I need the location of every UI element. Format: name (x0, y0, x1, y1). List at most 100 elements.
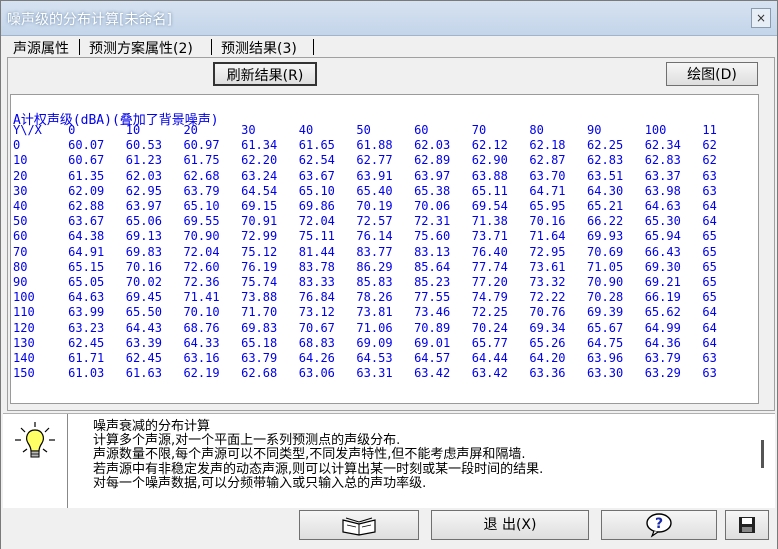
y-label: 110 (13, 305, 35, 320)
table-cell: 63.98 (644, 183, 681, 198)
table-cell: 70.19 (356, 199, 393, 214)
table-cell: 60.67 (68, 153, 105, 168)
help-button[interactable]: ? (601, 510, 717, 540)
table-cell: 70.16 (529, 214, 566, 229)
table-cell: 73.81 (356, 305, 393, 320)
table-cell: 72.99 (241, 229, 278, 244)
table-cell: 69.86 (298, 199, 335, 214)
exit-button[interactable]: 退 出(X) (431, 510, 589, 540)
table-cell: 63 (702, 366, 717, 381)
table-cell: 62.83 (587, 153, 624, 168)
refresh-results-button[interactable]: 刷新结果(R) (213, 62, 317, 86)
table-cell: 62 (702, 138, 717, 153)
manual-button[interactable] (299, 510, 419, 540)
table-cell: 81.44 (298, 244, 335, 259)
table-cell: 63.29 (644, 366, 681, 381)
info-scrollbar[interactable] (761, 440, 764, 468)
info-line: 声源数量不限,每个声源可以不同类型,不同发声特性,但不能考虑声屏和隔墙. (93, 447, 526, 463)
tab-source-properties[interactable]: 声源属性 (13, 38, 69, 58)
x-header: 100 (644, 123, 667, 137)
table-cell: 70.76 (529, 305, 566, 320)
y-label: 60 (13, 229, 28, 244)
table-cell: 70.06 (414, 199, 451, 214)
table-cell: 60.53 (125, 138, 162, 153)
table-cell: 85.23 (414, 275, 451, 290)
info-line: 对每一个噪声数据,可以分频带输入或只输入总的声功率级. (93, 475, 427, 491)
table-cell: 75.74 (241, 275, 278, 290)
tab-scheme-properties[interactable]: 预测方案属性(2) (89, 38, 193, 58)
table-cell: 61.88 (356, 138, 393, 153)
table-cell: 70.90 (183, 229, 220, 244)
x-header: 20 (183, 123, 198, 137)
x-header: 50 (356, 123, 371, 137)
table-cell: 63 (702, 351, 717, 366)
table-cell: 64.43 (125, 320, 162, 335)
table-cell: 71.05 (587, 259, 624, 274)
table-cell: 85.83 (356, 275, 393, 290)
save-button[interactable] (725, 510, 769, 540)
table-cell: 62.34 (644, 138, 681, 153)
y-label: 80 (13, 259, 28, 274)
table-cell: 66.43 (644, 244, 681, 259)
table-row: 140 61.71 62.45 63.16 63.79 64.26 64.53 64.57 64… (13, 351, 758, 366)
close-button[interactable]: × (751, 8, 771, 28)
info-divider (67, 414, 68, 508)
table-cell: 76.14 (356, 229, 393, 244)
table-cell: 65 (702, 259, 717, 274)
help-question-mark: ? (655, 516, 663, 532)
table-cell: 62.77 (356, 153, 393, 168)
table-cell: 61.63 (125, 366, 162, 381)
table-cell: 65.26 (529, 335, 566, 350)
y-label: 0 (13, 138, 21, 153)
tab-divider (79, 39, 80, 55)
table-cell: 72.31 (414, 214, 451, 229)
table-cell: 65.38 (414, 183, 451, 198)
table-cell: 65.40 (356, 183, 393, 198)
table-cell: 64.54 (241, 183, 278, 198)
results-text-area[interactable]: A计权声级(dBA)(叠加了背景噪声) Y\/X 0 10 20 30 40 50 60 70 8… (10, 94, 759, 404)
table-cell: 69.83 (241, 320, 278, 335)
table-cell: 62.90 (471, 153, 508, 168)
table-cell: 64.99 (644, 320, 681, 335)
y-label: 150 (13, 366, 35, 381)
table-cell: 73.46 (414, 305, 451, 320)
table-cell: 63.97 (414, 168, 451, 183)
table-cell: 61.75 (183, 153, 220, 168)
table-row: 90 65.05 70.02 72.36 75.74 83.33 85.83 85.23 77.… (13, 275, 758, 290)
title-bar[interactable]: 噪声级的分布计算[未命名] × (1, 1, 777, 36)
table-cell: 60.07 (68, 138, 105, 153)
table-cell: 63.79 (183, 183, 220, 198)
table-cell: 65.62 (644, 305, 681, 320)
table-cell: 72.95 (529, 244, 566, 259)
table-cell: 64.63 (68, 290, 105, 305)
table-cell: 61.23 (125, 153, 162, 168)
table-cell: 64.26 (298, 351, 335, 366)
x-header: 30 (241, 123, 256, 137)
table-cell: 64.53 (356, 351, 393, 366)
table-cell: 75.12 (241, 244, 278, 259)
table-cell: 63.42 (471, 366, 508, 381)
window-title: 噪声级的分布计算[未命名] (7, 12, 172, 28)
lightbulb-icon (15, 422, 55, 458)
table-cell: 61.71 (68, 351, 105, 366)
table-cell: 63.23 (68, 320, 105, 335)
y-label: 70 (13, 244, 28, 259)
table-cell: 63.79 (644, 351, 681, 366)
table-cell: 65.30 (644, 214, 681, 229)
table-cell: 69.09 (356, 335, 393, 350)
info-line: 若声源中有非稳定发声的动态声源,则可以计算出某一时刻或某一段时间的结果. (93, 461, 544, 477)
table-cell: 63.91 (356, 168, 393, 183)
plot-button[interactable]: 绘图(D) (666, 62, 758, 86)
y-label: 140 (13, 351, 35, 366)
table-cell: 72.25 (471, 305, 508, 320)
tab-prediction-results[interactable]: 预测结果(3) (221, 38, 297, 58)
table-cell: 71.38 (471, 214, 508, 229)
table-cell: 65.95 (529, 199, 566, 214)
table-cell: 62.95 (125, 183, 162, 198)
table-row: 0 60.07 60.53 60.97 61.34 61.65 61.88 62.03 62.1… (13, 138, 758, 153)
table-cell: 61.34 (241, 138, 278, 153)
table-cell: 69.01 (414, 335, 451, 350)
table-cell: 69.45 (125, 290, 162, 305)
table-cell: 72.22 (529, 290, 566, 305)
table-cell: 73.71 (471, 229, 508, 244)
